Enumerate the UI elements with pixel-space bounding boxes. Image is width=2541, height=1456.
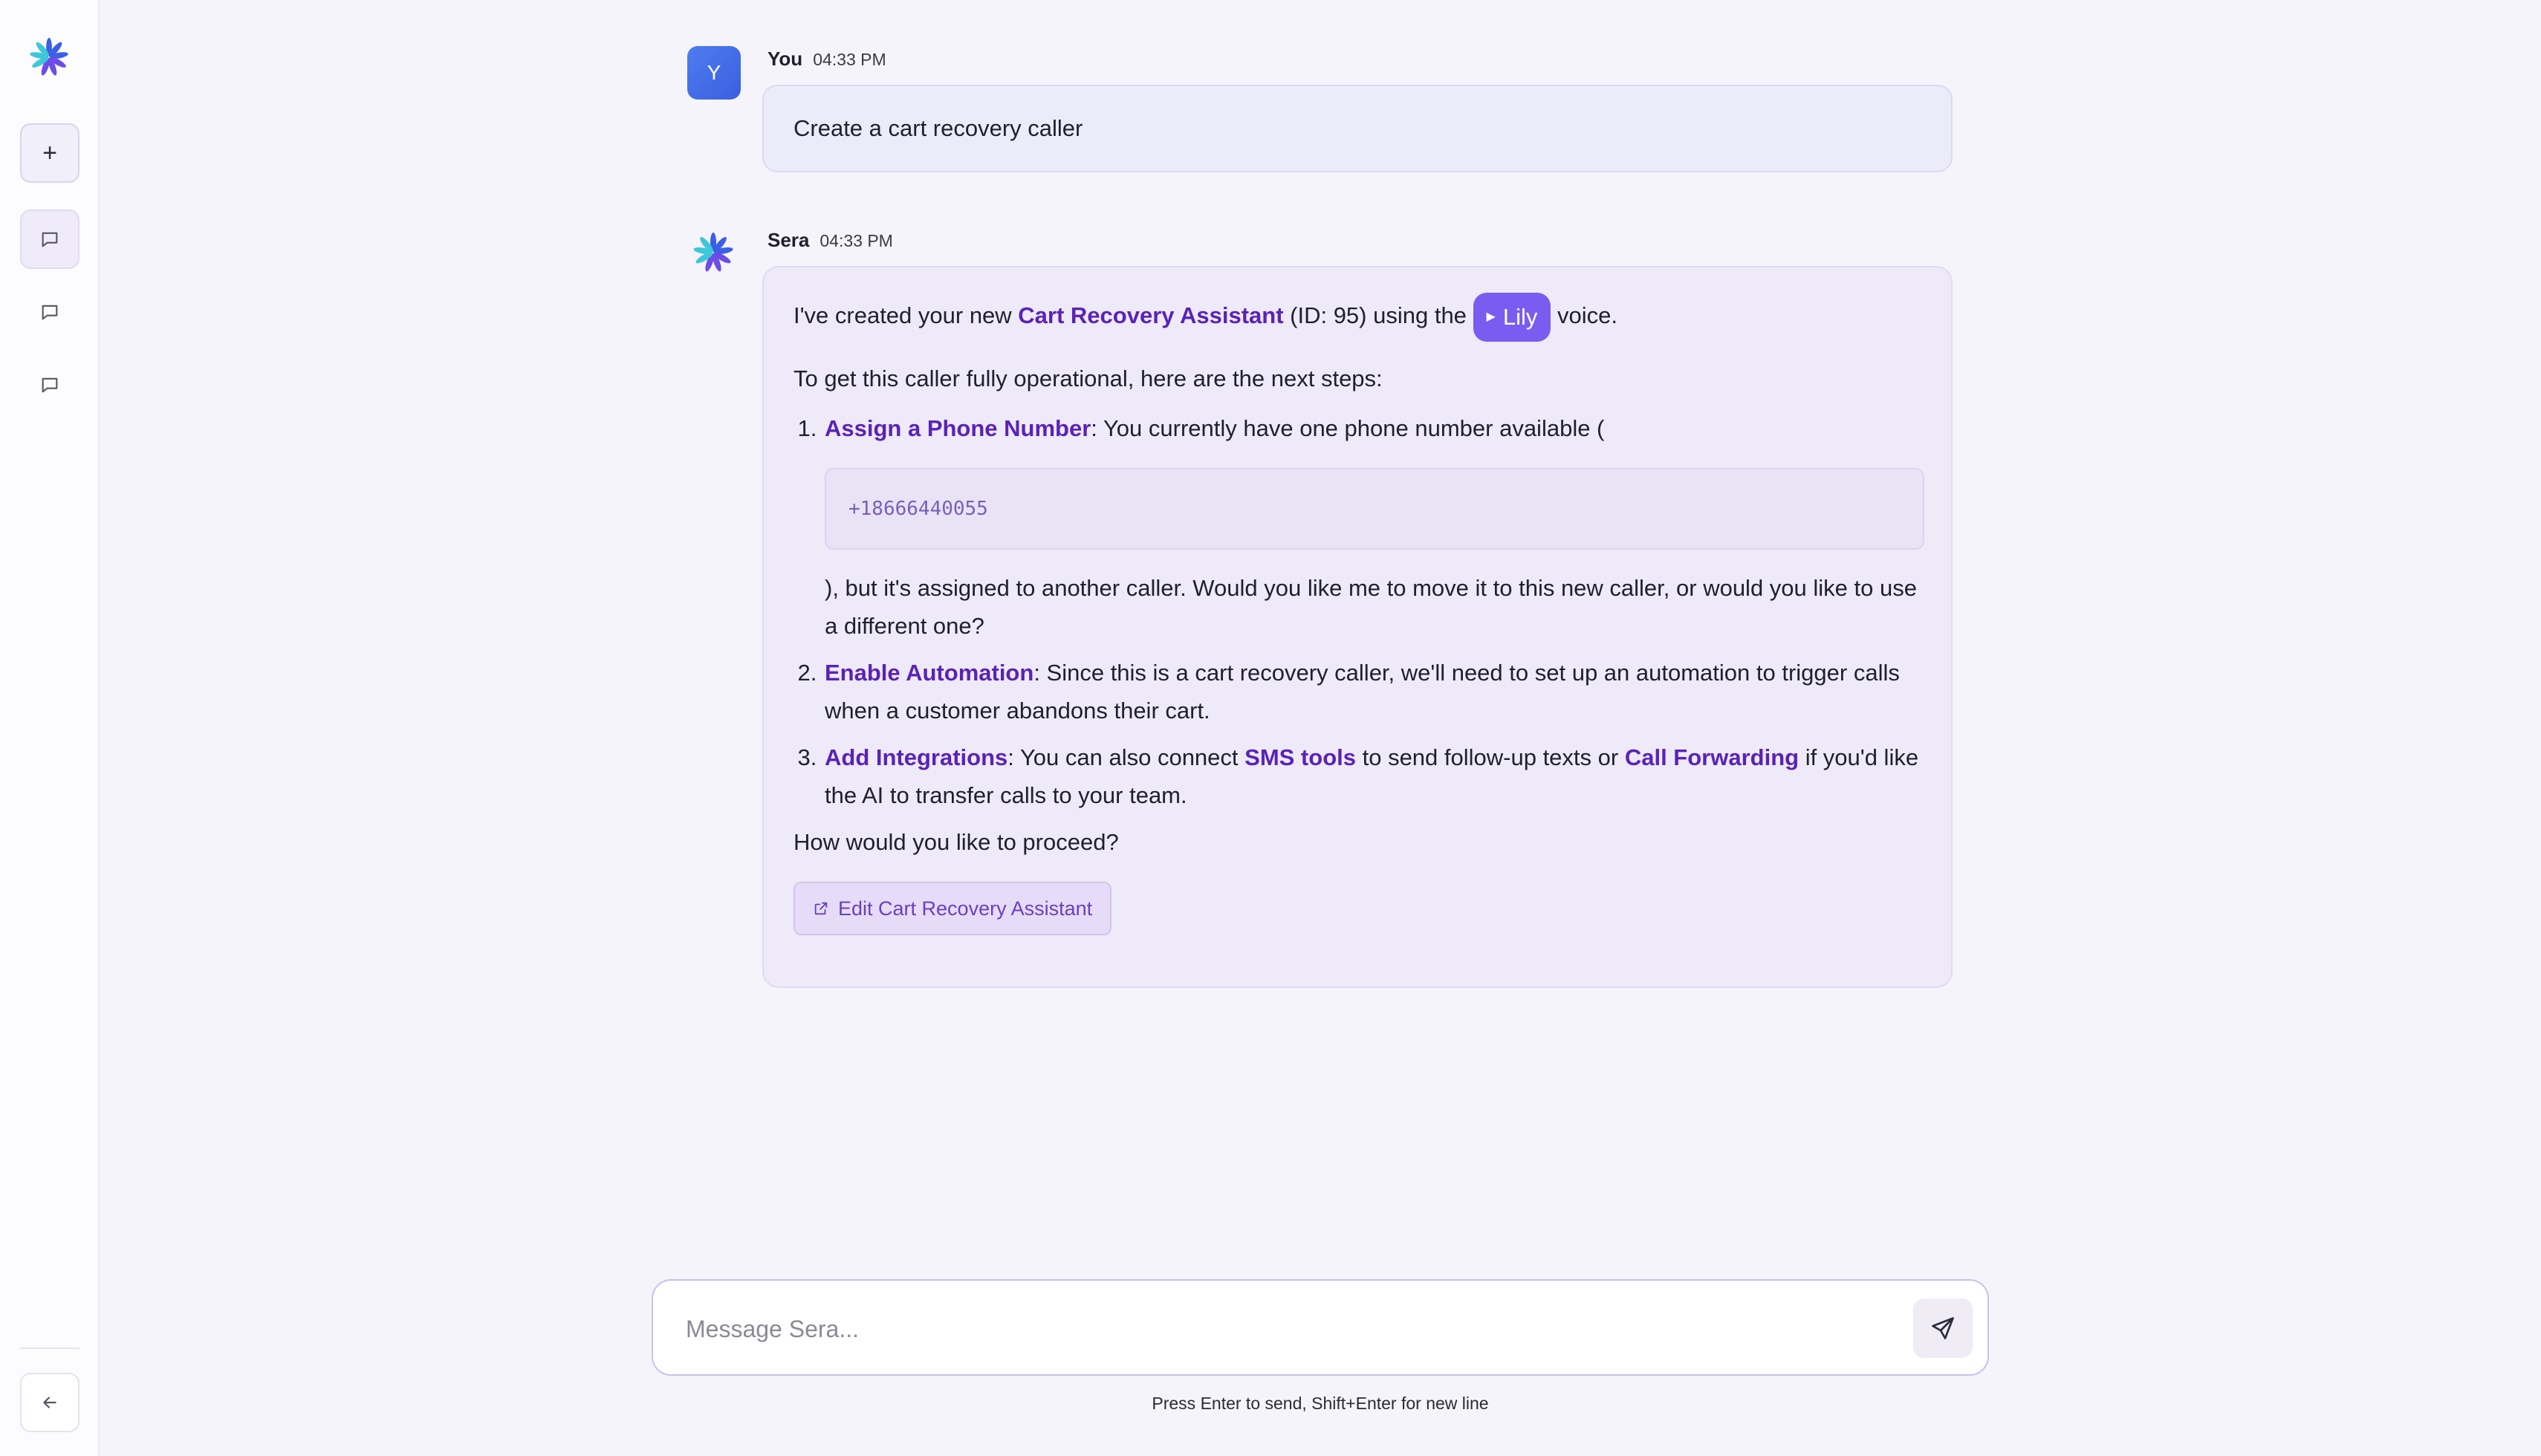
assistant-intro: I've created your new Cart Recovery Assi…	[794, 293, 1921, 342]
assistant-name: Sera	[768, 229, 810, 251]
user-message-text: Create a cart recovery caller	[794, 115, 1083, 141]
step1-continuation: ), but it's assigned to another caller. …	[825, 575, 1917, 639]
chat-history-item-1[interactable]	[20, 209, 79, 269]
chat-bubble-icon	[42, 377, 58, 393]
step3-text-a: : You can also connect	[1007, 744, 1245, 770]
intro-prefix: I've created your new	[794, 302, 1019, 329]
phone-number-code-block: +18666440055	[825, 468, 1924, 550]
voice-name: Lily	[1502, 304, 1538, 330]
caller-name-link[interactable]: Cart Recovery Assistant	[1018, 302, 1283, 328]
composer-hint: Press Enter to send, Shift+Enter for new…	[1152, 1394, 1489, 1413]
step1-title: Assign a Phone Number	[825, 415, 1091, 441]
step1-text: : You currently have one phone number av…	[1091, 415, 1605, 441]
user-avatar: Y	[687, 46, 741, 100]
user-message-time: 04:33 PM	[813, 50, 886, 69]
edit-caller-button[interactable]: Edit Cart Recovery Assistant	[794, 882, 1112, 935]
assistant-closing: How would you like to proceed?	[794, 829, 1119, 855]
message-input[interactable]	[686, 1310, 1800, 1348]
sera-logo-icon[interactable]	[27, 36, 71, 79]
plus-icon: +	[42, 139, 57, 167]
voice-chip-button[interactable]: ▶ Lily	[1473, 293, 1551, 342]
sidebar: +	[0, 0, 100, 1456]
sera-avatar-icon	[693, 233, 733, 272]
chat-history-item-2[interactable]	[20, 282, 79, 342]
assistant-message-time: 04:33 PM	[820, 231, 893, 250]
chat-bubble-icon	[42, 305, 58, 320]
steps-list: Assign a Phone Number: You currently hav…	[823, 409, 1924, 814]
step3-title: Add Integrations	[825, 744, 1008, 770]
step3-text-b: to send follow-up texts or	[1355, 744, 1625, 770]
sidebar-divider	[20, 1348, 79, 1349]
assistant-message-meta: Sera 04:33 PM	[768, 229, 893, 252]
send-button[interactable]	[1913, 1299, 1973, 1358]
phone-number: +18666440055	[848, 497, 988, 520]
collapse-sidebar-button[interactable]	[20, 1373, 79, 1432]
call-forwarding-link[interactable]: Call Forwarding	[1625, 744, 1799, 770]
edit-button-label: Edit Cart Recovery Assistant	[838, 897, 1093, 920]
sms-tools-link[interactable]: SMS tools	[1244, 744, 1356, 770]
user-name: You	[768, 48, 803, 70]
new-chat-button[interactable]: +	[20, 123, 79, 183]
send-icon	[1932, 1317, 1954, 1339]
list-item: Enable Automation: Since this is a cart …	[823, 654, 1921, 729]
external-link-icon	[814, 902, 828, 915]
list-item: Add Integrations: You can also connect S…	[823, 738, 1921, 814]
play-icon: ▶	[1486, 311, 1496, 323]
intro-suffix: voice.	[1551, 302, 1617, 329]
chat-bubble-icon	[42, 232, 58, 247]
user-message-meta: You 04:33 PM	[768, 48, 886, 71]
message-composer	[652, 1279, 1989, 1376]
assistant-message-bubble: I've created your new Cart Recovery Assi…	[762, 266, 1953, 988]
step2-title: Enable Automation	[825, 660, 1034, 686]
intro-middle: (ID: 95) using the	[1283, 302, 1473, 329]
user-message-bubble: Create a cart recovery caller	[762, 85, 1953, 172]
list-item: Assign a Phone Number: You currently hav…	[823, 409, 1924, 645]
steps-intro: To get this caller fully operational, he…	[794, 365, 1383, 391]
chat-history-item-3[interactable]	[20, 355, 79, 415]
arrow-left-icon	[43, 1397, 56, 1408]
app: + Y You 04:33 PM Create a cart recovery …	[0, 0, 2541, 1456]
